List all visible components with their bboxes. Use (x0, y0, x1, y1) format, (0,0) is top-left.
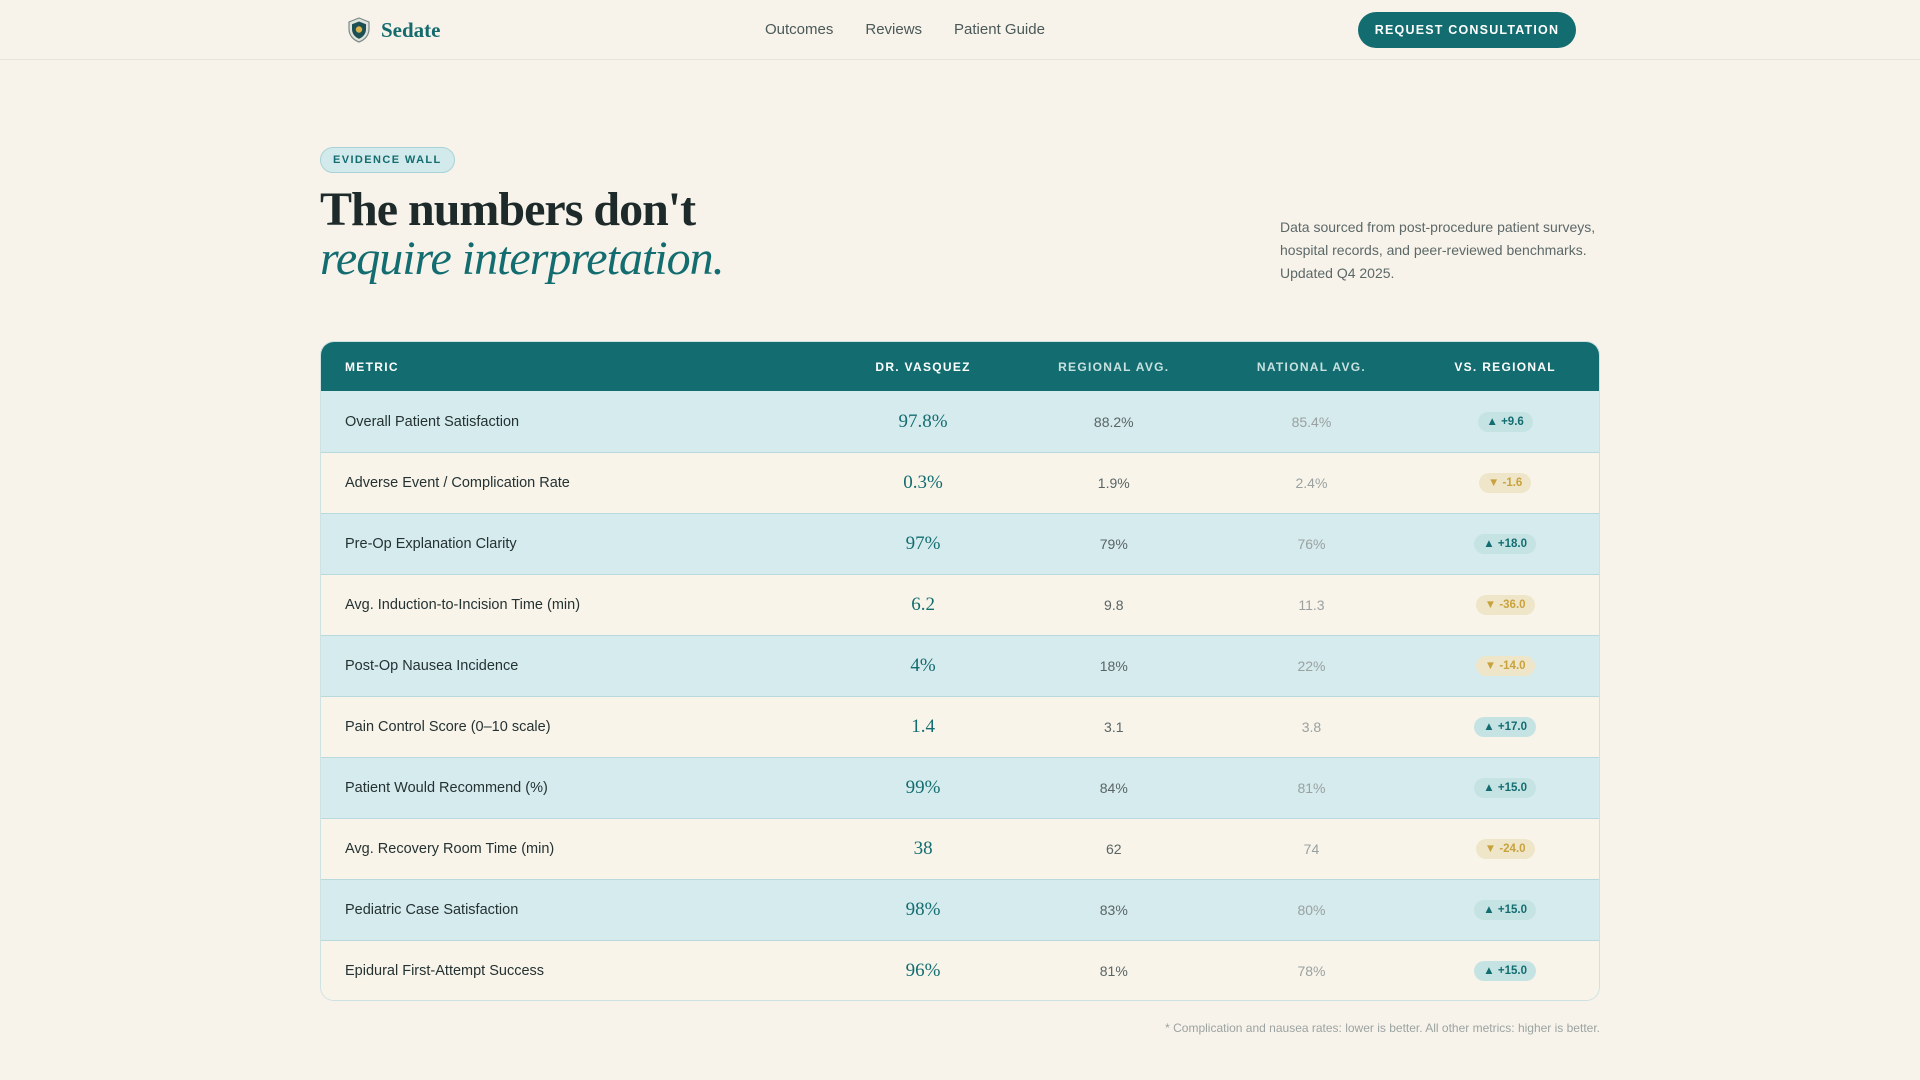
delta-badge: ▲ +17.0 (1474, 717, 1536, 737)
delta-badge: ▲ +18.0 (1474, 534, 1536, 554)
metric-cell: Avg. Recovery Room Time (min) (345, 841, 555, 857)
vs-regional-cell: ▲ +18.0 (1411, 534, 1599, 554)
table-row: Avg. Recovery Room Time (min) 38 62 74 ▼ -24… (321, 818, 1599, 879)
table-row: Epidural First-Attempt Success 96% 81% 78% ▲… (321, 940, 1599, 1000)
dr-vasquez-cell: 1.4 (911, 716, 935, 737)
regional-avg-cell: 88.2% (1093, 413, 1134, 430)
metric-cell: Pediatric Case Satisfaction (345, 902, 519, 918)
regional-avg-cell: 83% (1099, 902, 1128, 918)
vs-regional-cell: ▲ +15.0 (1411, 961, 1599, 981)
regional-avg-cell: 9.8 (1104, 597, 1124, 613)
table-header: METRIC DR. VASQUEZ REGIONAL AVG. NATIONA… (321, 342, 1599, 391)
metric-cell: Pain Control Score (0–10 scale) (345, 719, 551, 735)
dr-vasquez-cell: 98% (905, 899, 941, 920)
regional-avg-cell: 1.9% (1097, 475, 1130, 491)
vs-regional-cell: ▲ +15.0 (1411, 900, 1599, 920)
metric-cell: Patient Would Recommend (%) (345, 780, 548, 796)
dr-vasquez-cell: 4% (910, 655, 936, 676)
delta-badge: ▲ +9.6 (1477, 411, 1533, 432)
national-avg-cell: 3.8 (1301, 719, 1322, 735)
regional-avg-cell: 3.1 (1104, 719, 1124, 735)
col-header-dr-vasquez: DR. VASQUEZ (875, 359, 971, 374)
regional-avg-cell: 62 (1105, 841, 1122, 857)
table-body: Overall Patient Satisfaction 97.8% 88.2% 85… (321, 391, 1599, 1000)
metric-cell: Adverse Event / Complication Rate (345, 475, 570, 491)
dr-vasquez-cell: 0.3% (903, 472, 943, 493)
page-title-italic: require interpretation. (320, 232, 725, 285)
page-title: The numbers don't (320, 183, 696, 236)
dr-vasquez-cell: 6.2 (911, 594, 935, 615)
national-avg-cell: 80% (1297, 902, 1326, 918)
table-row: Pre-Op Explanation Clarity 97% 79% 76% ▲ +18… (321, 513, 1599, 574)
brand[interactable]: Sedate (347, 17, 441, 43)
request-consultation-button[interactable]: REQUEST CONSULTATION (1358, 12, 1576, 48)
national-avg-cell: 78% (1297, 963, 1326, 979)
regional-avg-cell: 84% (1099, 780, 1128, 796)
vs-regional-cell: ▲ +17.0 (1411, 717, 1599, 737)
table-row: Pain Control Score (0–10 scale) 1.4 3.1 3.8… (321, 696, 1599, 757)
delta-badge: ▲ +15.0 (1474, 900, 1536, 920)
delta-badge: ▲ +15.0 (1474, 961, 1536, 981)
brand-name: Sedate (381, 17, 441, 42)
delta-badge: ▲ +15.0 (1474, 778, 1536, 798)
table-row: Adverse Event / Complication Rate 0.3% 1.9… (321, 452, 1599, 513)
delta-badge: ▼ -24.0 (1475, 839, 1535, 859)
delta-badge: ▼ -14.0 (1475, 656, 1535, 676)
table-row: Patient Would Recommend (%) 99% 84% 81% ▲ +1… (321, 757, 1599, 818)
nav-link-outcomes[interactable]: Outcomes (765, 21, 833, 38)
evidence-wall-badge: EVIDENCE WALL (320, 147, 455, 173)
col-header-national-avg: NATIONAL AVG. (1256, 359, 1367, 374)
shield-icon (348, 17, 370, 43)
metric-cell: Avg. Induction-to-Incision Time (min) (345, 597, 581, 613)
dr-vasquez-cell: 38 (913, 838, 933, 859)
national-avg-cell: 11.3 (1298, 597, 1325, 613)
national-avg-cell: 2.4% (1295, 475, 1328, 491)
national-avg-cell: 85.4% (1291, 413, 1332, 430)
metric-cell: Post-Op Nausea Incidence (345, 658, 519, 674)
col-header-metric: METRIC (345, 359, 399, 374)
national-avg-cell: 81% (1297, 780, 1326, 796)
nav-links: Outcomes Reviews Patient Guide (765, 21, 1045, 38)
delta-badge: ▼ -36.0 (1475, 595, 1535, 615)
metric-cell: Pre-Op Explanation Clarity (345, 536, 517, 552)
nav-link-patient-guide[interactable]: Patient Guide (954, 21, 1045, 38)
col-header-vs-regional: VS. REGIONAL (1454, 359, 1556, 374)
dr-vasquez-cell: 96% (905, 960, 941, 981)
national-avg-cell: 22% (1297, 658, 1326, 674)
col-header-regional-avg: REGIONAL AVG. (1058, 359, 1170, 374)
top-navbar: Sedate Outcomes Reviews Patient Guide RE… (0, 0, 1920, 60)
vs-regional-cell: ▼ -14.0 (1411, 656, 1599, 676)
table-row: Post-Op Nausea Incidence 4% 18% 22% ▼ -14.0 (321, 635, 1599, 696)
vs-regional-cell: ▼ -24.0 (1411, 839, 1599, 859)
footnote: * Complication and nausea rates: lower i… (1165, 1021, 1600, 1035)
dr-vasquez-cell: 97% (905, 533, 941, 554)
nav-link-reviews[interactable]: Reviews (865, 21, 922, 38)
regional-avg-cell: 81% (1099, 963, 1128, 979)
delta-badge: ▼ -1.6 (1478, 473, 1532, 493)
vs-regional-cell: ▲ +9.6 (1411, 411, 1599, 432)
table-row: Pediatric Case Satisfaction 98% 83% 80% ▲ +1… (321, 879, 1599, 940)
vs-regional-cell: ▼ -36.0 (1411, 595, 1599, 615)
metrics-table: METRIC DR. VASQUEZ REGIONAL AVG. NATIONA… (320, 341, 1600, 1001)
vs-regional-cell: ▲ +15.0 (1411, 778, 1599, 798)
national-avg-cell: 76% (1297, 536, 1326, 552)
dr-vasquez-cell: 97.8% (898, 410, 948, 432)
table-row: Avg. Induction-to-Incision Time (min) 6.2… (321, 574, 1599, 635)
metric-cell: Overall Patient Satisfaction (345, 413, 520, 430)
national-avg-cell: 74 (1303, 841, 1320, 857)
dr-vasquez-cell: 99% (905, 777, 941, 798)
metric-cell: Epidural First-Attempt Success (345, 963, 545, 979)
regional-avg-cell: 18% (1099, 658, 1128, 674)
table-row: Overall Patient Satisfaction 97.8% 88.2% 85… (321, 391, 1599, 452)
regional-avg-cell: 79% (1099, 536, 1128, 552)
vs-regional-cell: ▼ -1.6 (1411, 473, 1599, 493)
data-source-note: Data sourced from post-procedure patient… (1280, 219, 1596, 281)
